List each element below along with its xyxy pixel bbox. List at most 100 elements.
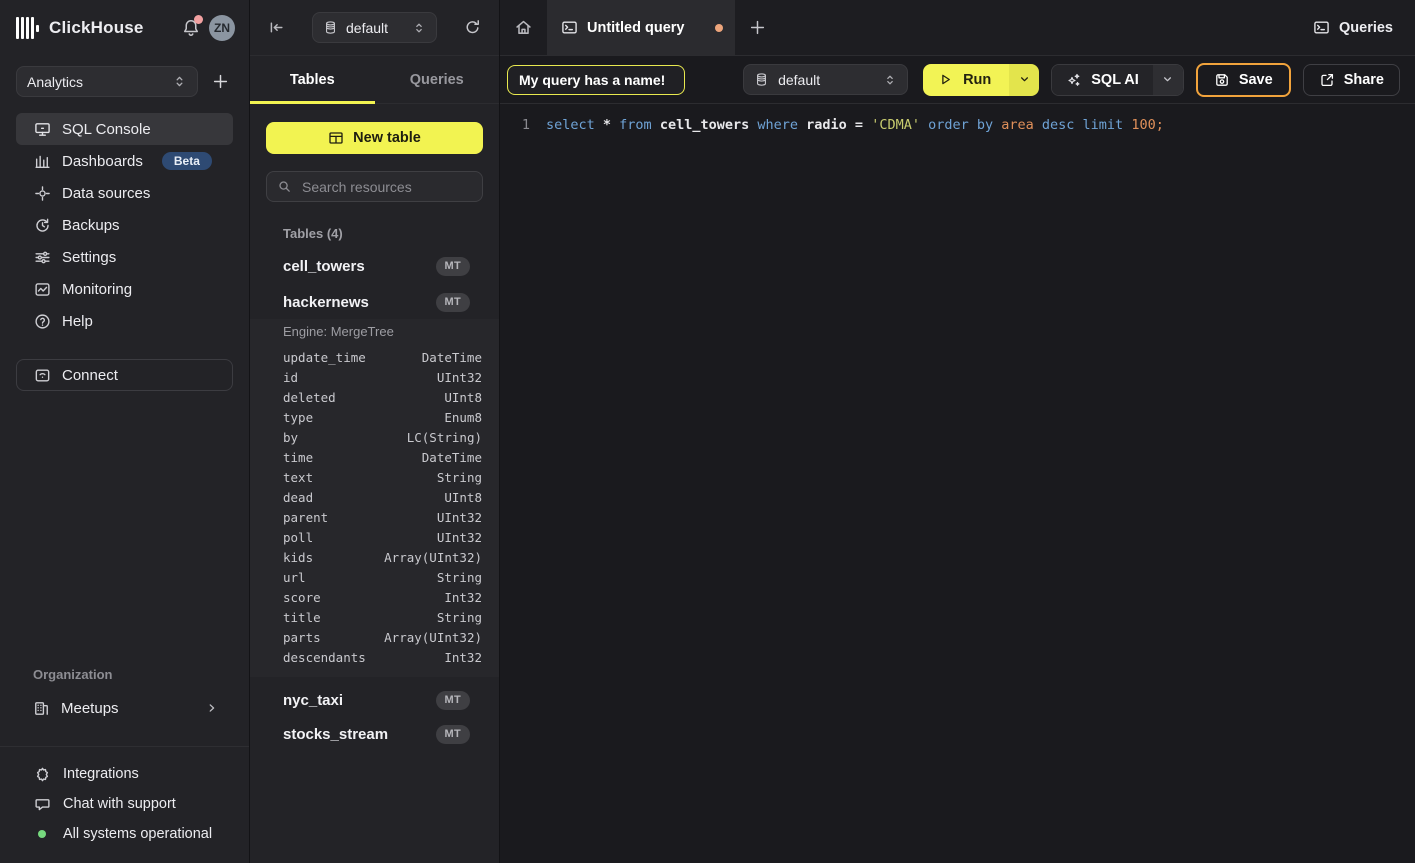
sidebar-item-label: Data sources [62, 185, 150, 202]
run-options-chevron[interactable] [1009, 64, 1039, 96]
column-row[interactable]: text String [266, 467, 483, 487]
tab-untitled-query[interactable]: Untitled query [547, 0, 735, 55]
engine-badge: MT [436, 725, 470, 744]
query-tab-strip: Untitled query Queries [500, 0, 1415, 56]
table-row-cell-towers[interactable]: cell_towers MT [266, 249, 483, 283]
sidebar-item-help[interactable]: Help [16, 305, 233, 337]
system-status-link[interactable]: All systems operational [0, 819, 249, 849]
toolbar-database-select[interactable]: default [743, 64, 908, 95]
engine-line: Engine: MergeTree [266, 321, 483, 347]
column-name: deleted [283, 390, 336, 405]
column-type: String [437, 570, 482, 585]
clickhouse-logo-icon[interactable] [16, 17, 39, 39]
table-row-nyc-taxi[interactable]: nyc_taxi MT [266, 683, 483, 717]
sidebar-item-label: Settings [62, 249, 116, 266]
refresh-icon[interactable] [460, 15, 485, 40]
column-row[interactable]: id UInt32 [266, 367, 483, 387]
chevron-updown-icon [883, 73, 897, 87]
column-row[interactable]: title String [266, 607, 483, 627]
table-row-stocks-stream[interactable]: stocks_stream MT [266, 717, 483, 751]
notification-dot [194, 15, 203, 24]
dashboards-icon [33, 153, 51, 170]
main-area: Untitled query Queries [500, 0, 1415, 863]
table-grid-icon [328, 130, 344, 146]
share-icon [1319, 72, 1335, 88]
search-box[interactable] [266, 171, 483, 202]
home-button[interactable] [500, 0, 547, 55]
sidebar-item-sql-console[interactable]: SQL Console [16, 113, 233, 145]
column-row[interactable]: url String [266, 567, 483, 587]
column-row[interactable]: kids Array(UInt32) [266, 547, 483, 567]
search-input[interactable] [300, 178, 472, 196]
avatar[interactable]: ZN [209, 15, 235, 41]
add-workspace-button[interactable] [208, 69, 233, 94]
column-type: Array(UInt32) [384, 550, 482, 565]
chevron-right-icon [205, 701, 219, 715]
sql-editor[interactable]: 1 select * from cell_towers where radio … [500, 104, 1415, 863]
column-type: DateTime [422, 350, 482, 365]
run-split-button: Run [923, 64, 1039, 96]
sidebar-item-dashboards[interactable]: Dashboards Beta [16, 145, 233, 177]
table-name: stocks_stream [283, 726, 388, 743]
engine-badge: MT [436, 257, 470, 276]
column-row[interactable]: dead UInt8 [266, 487, 483, 507]
search-icon [277, 179, 292, 194]
column-row[interactable]: score Int32 [266, 587, 483, 607]
integrations-link[interactable]: Integrations [0, 759, 249, 789]
column-name: parent [283, 510, 328, 525]
chat-bubble-icon [33, 796, 51, 813]
save-button[interactable]: Save [1196, 63, 1291, 97]
backups-history-icon [33, 217, 51, 234]
run-button[interactable]: Run [923, 64, 1009, 96]
notifications-bell-icon[interactable] [181, 18, 201, 38]
column-name: title [283, 610, 321, 625]
tab-queries[interactable]: Queries [375, 56, 500, 103]
share-button[interactable]: Share [1303, 64, 1400, 96]
sql-code[interactable]: select * from cell_towers where radio = … [530, 115, 1164, 136]
integrations-label: Integrations [63, 766, 139, 782]
connect-button[interactable]: Connect [16, 359, 233, 391]
column-type: Int32 [444, 650, 482, 665]
column-row[interactable]: by LC(String) [266, 427, 483, 447]
column-row[interactable]: type Enum8 [266, 407, 483, 427]
brand-name: ClickHouse [49, 18, 144, 38]
query-name-input[interactable] [507, 65, 685, 95]
integrations-cog-icon [33, 766, 51, 783]
table-name: cell_towers [283, 258, 365, 275]
column-type: UInt32 [437, 370, 482, 385]
run-button-label: Run [963, 72, 991, 88]
column-row[interactable]: descendants Int32 [266, 647, 483, 667]
column-name: type [283, 410, 313, 425]
sql-ai-button[interactable]: SQL AI [1052, 65, 1153, 95]
column-row[interactable]: deleted UInt8 [266, 387, 483, 407]
workspace-select[interactable]: Analytics [16, 66, 198, 97]
queries-button[interactable]: Queries [1313, 19, 1393, 36]
chevron-updown-icon [172, 74, 187, 89]
sidebar-item-backups[interactable]: Backups [16, 209, 233, 241]
new-table-button[interactable]: New table [266, 122, 483, 154]
sidebar-item-settings[interactable]: Settings [16, 241, 233, 273]
line-number: 1 [500, 115, 530, 136]
table-row-hackernews[interactable]: hackernews MT [266, 285, 483, 319]
collapse-sidebar-icon[interactable] [264, 15, 289, 40]
explorer-body: New table Tables (4) cell_towers MT hack… [250, 104, 499, 863]
column-row[interactable]: update_time DateTime [266, 347, 483, 367]
queries-button-label: Queries [1339, 20, 1393, 36]
column-row[interactable]: parts Array(UInt32) [266, 627, 483, 647]
column-row[interactable]: poll UInt32 [266, 527, 483, 547]
tab-tables[interactable]: Tables [250, 56, 375, 103]
column-row[interactable]: parent UInt32 [266, 507, 483, 527]
database-select[interactable]: default [312, 12, 437, 43]
sidebar-item-data-sources[interactable]: Data sources [16, 177, 233, 209]
column-name: parts [283, 630, 321, 645]
column-name: time [283, 450, 313, 465]
new-tab-button[interactable] [735, 0, 780, 55]
code-line[interactable]: 1 select * from cell_towers where radio … [500, 115, 1415, 136]
chat-support-link[interactable]: Chat with support [0, 789, 249, 819]
sidebar-item-meetups[interactable]: Meetups [16, 692, 233, 724]
column-type: Int32 [444, 590, 482, 605]
sidebar-item-monitoring[interactable]: Monitoring [16, 273, 233, 305]
sql-ai-options-chevron[interactable] [1153, 65, 1183, 95]
column-row[interactable]: time DateTime [266, 447, 483, 467]
status-green-dot-icon [38, 830, 46, 838]
